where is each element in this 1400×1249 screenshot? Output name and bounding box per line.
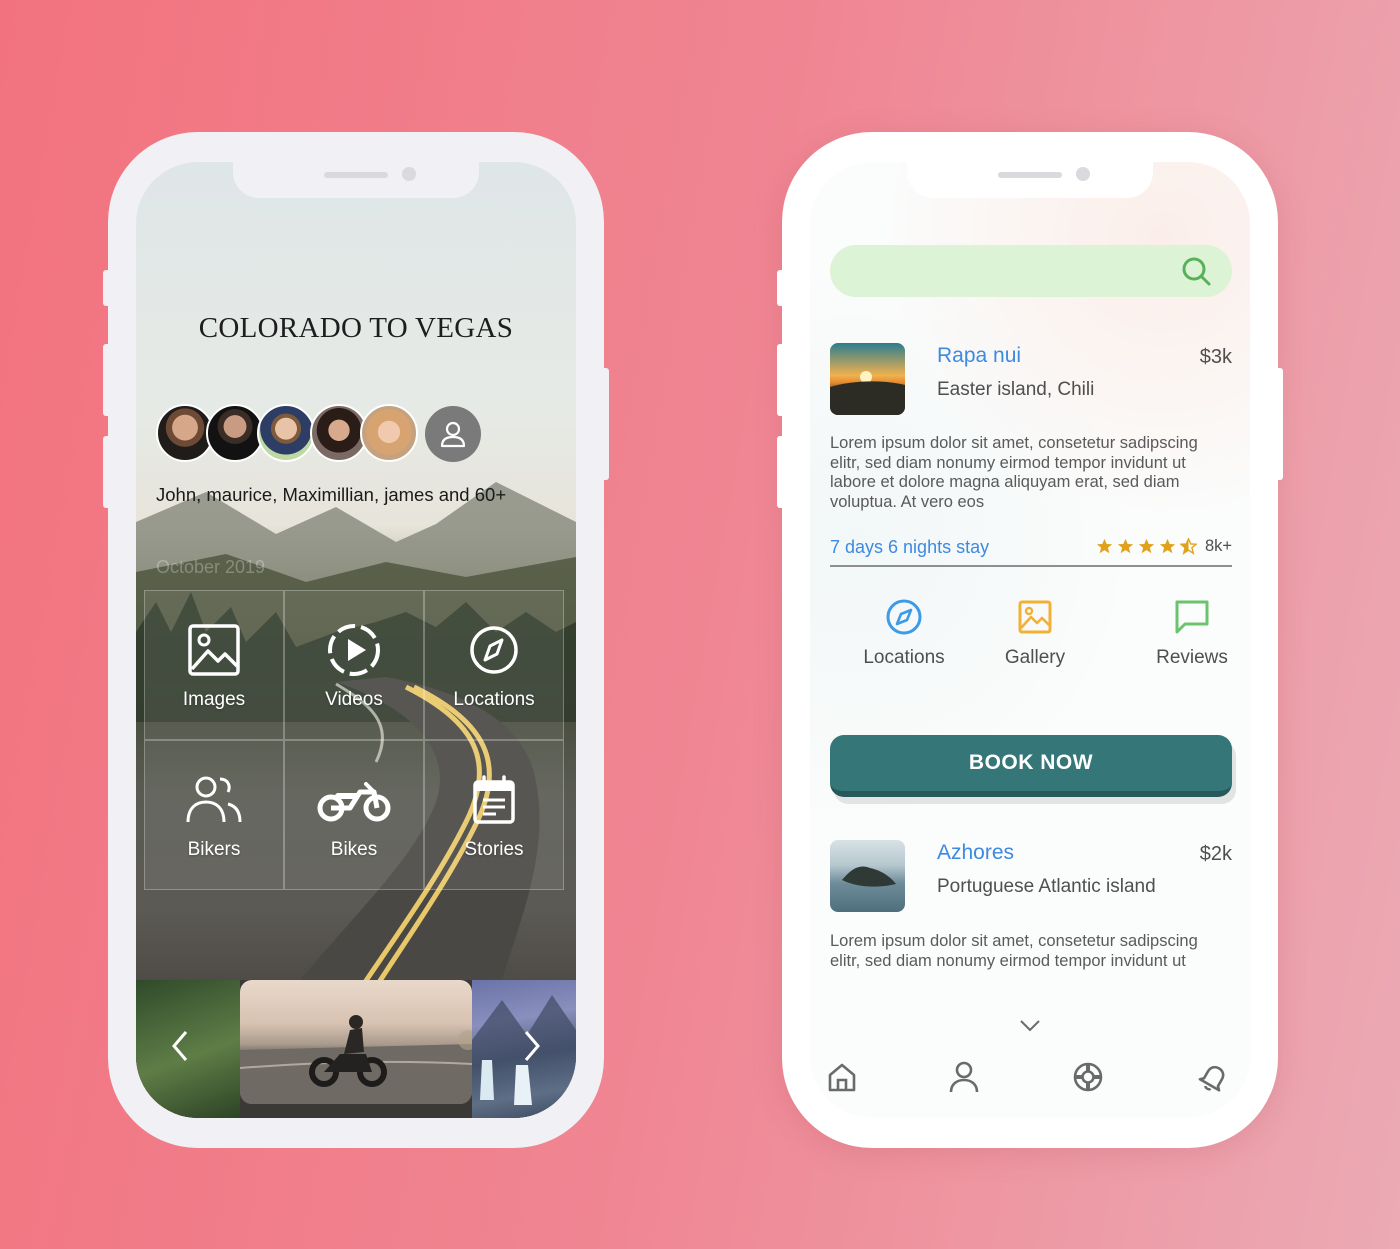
nav-profile[interactable] xyxy=(944,1057,984,1097)
motorcycle-rider-image xyxy=(240,1015,472,1104)
action-label: Gallery xyxy=(1004,647,1066,668)
star-half-icon xyxy=(1179,538,1197,555)
destination-price: $2k xyxy=(1199,843,1232,865)
camera xyxy=(402,167,416,181)
search-icon[interactable] xyxy=(1180,255,1212,287)
image-icon xyxy=(1018,600,1052,634)
users-icon xyxy=(186,776,242,823)
destination-actions: Locations Gallery Reviews xyxy=(810,595,1250,685)
volume-up-button xyxy=(103,344,111,416)
user-icon xyxy=(440,421,466,448)
avatar[interactable] xyxy=(206,404,264,462)
power-button xyxy=(1275,368,1283,480)
bell-icon xyxy=(1198,1065,1225,1092)
destination-title[interactable]: Rapa nui xyxy=(937,344,1021,368)
carousel-prev-button[interactable] xyxy=(168,1028,192,1064)
tile-locations[interactable]: Locations xyxy=(424,590,564,740)
image-icon xyxy=(188,624,240,676)
chat-icon xyxy=(1175,600,1209,634)
motorcycle-icon xyxy=(317,782,391,822)
avatar[interactable] xyxy=(257,404,315,462)
phone-left: COLORADO TO VEGAS John, maurice, Maximil… xyxy=(103,132,609,1148)
review-count: 8k+ xyxy=(1204,537,1232,555)
carousel-next-button[interactable] xyxy=(520,1028,544,1064)
island-image xyxy=(842,866,896,887)
user-icon xyxy=(949,1061,979,1093)
photo-carousel[interactable] xyxy=(136,980,576,1118)
camera xyxy=(1076,167,1090,181)
nav-home[interactable] xyxy=(822,1057,862,1097)
phone-right: Rapa nui $3k Easter island, Chili Lorem … xyxy=(777,132,1283,1148)
destination-description: Lorem ipsum dolor sit amet, consetetur s… xyxy=(830,932,1198,970)
carousel-thumbnail-active[interactable] xyxy=(240,980,472,1104)
mute-switch xyxy=(777,270,785,306)
star-icon xyxy=(1159,538,1176,554)
star-icon xyxy=(1138,538,1155,554)
star-icon xyxy=(1117,538,1134,554)
stay-duration[interactable]: 7 days 6 nights stay xyxy=(830,537,989,558)
compass-icon xyxy=(886,599,922,635)
power-button xyxy=(601,368,609,480)
rating: 8k+ xyxy=(1092,537,1232,556)
divider xyxy=(830,565,1232,567)
tile-label: Images xyxy=(182,689,246,710)
tile-label: Locations xyxy=(453,689,535,710)
lifebuoy-icon xyxy=(1073,1062,1103,1092)
tile-bikers[interactable]: Bikers xyxy=(144,740,284,890)
notch xyxy=(233,162,479,198)
destination-description: Lorem ipsum dolor sit amet, consetetur s… xyxy=(830,434,1198,511)
destination-price: $3k xyxy=(1199,346,1232,368)
volume-down-button xyxy=(103,436,111,508)
trip-menu-grid: Images Videos Locations Bikers Bikes Sto… xyxy=(144,590,564,890)
play-circle-icon xyxy=(328,624,380,676)
action-reviews[interactable]: Reviews xyxy=(1127,595,1250,669)
destination-subtitle: Easter island, Chili xyxy=(937,379,1095,400)
speaker xyxy=(998,172,1062,178)
avatar[interactable] xyxy=(360,404,418,462)
action-locations[interactable]: Locations xyxy=(839,595,969,669)
tile-stories[interactable]: Stories xyxy=(424,740,564,890)
trip-title: COLORADO TO VEGAS xyxy=(198,312,514,344)
chevron-down-icon[interactable] xyxy=(1018,1018,1042,1034)
destination-image[interactable] xyxy=(830,343,905,415)
action-label: Locations xyxy=(863,647,945,668)
mute-switch xyxy=(103,270,111,306)
nav-notifications[interactable] xyxy=(1194,1057,1234,1097)
star-icon xyxy=(1096,538,1113,554)
tile-bikes[interactable]: Bikes xyxy=(284,740,424,890)
compass-icon xyxy=(470,626,518,674)
volume-down-button xyxy=(777,436,785,508)
action-gallery[interactable]: Gallery xyxy=(970,595,1100,669)
trip-screen: COLORADO TO VEGAS John, maurice, Maximil… xyxy=(136,162,576,1118)
sunset-image xyxy=(830,371,905,415)
date-label: October 2019 xyxy=(156,557,266,577)
volume-up-button xyxy=(777,344,785,416)
bottom-nav xyxy=(810,1057,1250,1105)
more-attendees-button[interactable] xyxy=(425,406,481,462)
search-input[interactable] xyxy=(830,245,1232,297)
tile-label: Bikers xyxy=(187,839,241,860)
tile-label: Bikes xyxy=(330,839,378,860)
destinations-screen: Rapa nui $3k Easter island, Chili Lorem … xyxy=(810,162,1250,1118)
calendar-icon xyxy=(473,775,515,824)
destination-title[interactable]: Azhores xyxy=(937,841,1014,865)
notch xyxy=(907,162,1153,198)
tile-images[interactable]: Images xyxy=(144,590,284,740)
nav-support[interactable] xyxy=(1068,1057,1108,1097)
tile-label: Stories xyxy=(464,839,524,860)
book-now-button[interactable]: BOOK NOW xyxy=(830,735,1232,797)
speaker xyxy=(324,172,388,178)
action-label: Reviews xyxy=(1156,647,1228,668)
attendees-text: John, maurice, Maximillian, james and 60… xyxy=(156,484,507,505)
destination-image[interactable] xyxy=(830,840,905,912)
home-icon xyxy=(828,1063,856,1092)
destination-subtitle: Portuguese Atlantic island xyxy=(937,876,1156,897)
tile-label: Videos xyxy=(325,689,383,710)
tile-videos[interactable]: Videos xyxy=(284,590,424,740)
